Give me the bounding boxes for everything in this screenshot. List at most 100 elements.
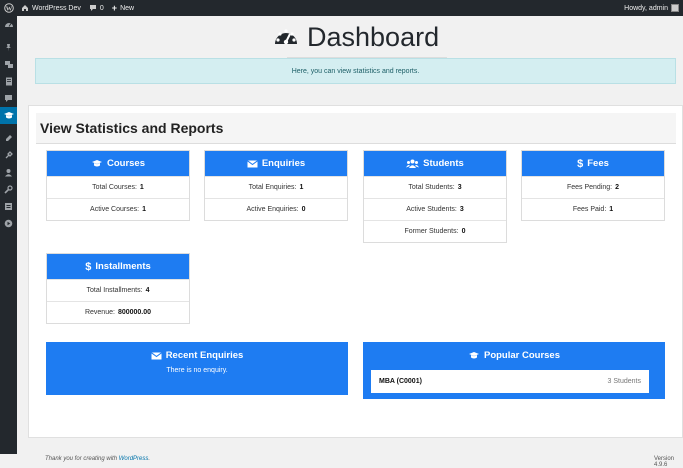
active-students-row: Active Students: 3 <box>364 198 506 220</box>
play-icon[interactable] <box>0 215 17 232</box>
stat-label: Total Students: <box>408 184 455 191</box>
footer-thanks-prefix: Thank you for creating with <box>45 456 119 462</box>
stat-label: Active Enquiries: <box>246 206 299 213</box>
total-courses-row: Total Courses: 1 <box>47 176 189 198</box>
wordpress-logo-icon[interactable]: W <box>0 0 17 16</box>
comments-menu-icon[interactable] <box>0 90 17 107</box>
users-icon[interactable] <box>0 164 17 181</box>
stat-value: 1 <box>609 206 614 213</box>
total-installments-row: Total Installments: 4 <box>47 279 189 301</box>
stat-label: Total Enquiries: <box>248 184 297 191</box>
site-name-link[interactable]: WordPress Dev <box>17 0 85 16</box>
appearance-icon[interactable] <box>0 130 17 147</box>
new-content-link[interactable]: + New <box>108 0 138 16</box>
home-icon <box>22 5 28 11</box>
stat-label: Revenue: <box>84 309 115 316</box>
admin-sidebar <box>0 16 17 454</box>
students-card-header: Students <box>364 151 506 176</box>
active-enquiries-row: Active Enquiries: 0 <box>205 198 347 220</box>
popular-courses-box: Popular Courses MBA (C0001) 3 Students <box>363 342 665 399</box>
users-group-icon <box>406 159 420 168</box>
fees-card-title: Fees <box>587 158 609 169</box>
dollar-icon: $ <box>577 157 584 170</box>
stat-value: 0 <box>301 206 306 213</box>
courses-menu-icon[interactable] <box>0 107 17 124</box>
footer-version: Version 4.9.6 <box>654 456 675 468</box>
fees-card-header: $ Fees <box>522 151 664 176</box>
installments-card-title: Installments <box>95 261 151 272</box>
fees-card: $ Fees Fees Pending: 2 Fees Paid: 1 <box>521 150 665 221</box>
total-students-row: Total Students: 3 <box>364 176 506 198</box>
media-icon[interactable] <box>0 56 17 73</box>
stat-label: Fees Pending: <box>566 184 613 191</box>
revenue-row: Revenue: 800000.00 <box>47 301 189 323</box>
envelope-icon <box>150 351 162 359</box>
graduation-cap-icon <box>468 352 479 359</box>
plus-icon: + <box>111 3 118 13</box>
total-enquiries-row: Total Enquiries: 1 <box>205 176 347 198</box>
active-courses-row: Active Courses: 1 <box>47 198 189 220</box>
envelope-icon <box>247 159 258 167</box>
stat-value: 1 <box>139 184 144 191</box>
dollar-icon: $ <box>85 260 92 273</box>
no-enquiry-message: There is no enquiry. <box>166 367 228 374</box>
stat-value: 2 <box>615 184 620 191</box>
enquiries-card: Enquiries Total Enquiries: 1 Active Enqu… <box>204 150 348 221</box>
site-name: WordPress Dev <box>32 4 81 12</box>
tools-icon[interactable] <box>0 181 17 198</box>
settings-icon[interactable] <box>0 198 17 215</box>
fees-pending-row: Fees Pending: 2 <box>522 176 664 198</box>
enquiries-card-title: Enquiries <box>261 158 306 169</box>
installments-card: $ Installments Total Installments: 4 Rev… <box>46 253 190 324</box>
stat-value: 3 <box>459 206 464 213</box>
course-name: MBA (C0001) <box>379 378 422 385</box>
account-menu[interactable]: Howdy, admin <box>620 0 683 16</box>
svg-text:W: W <box>5 5 12 12</box>
stat-label: Active Courses: <box>90 206 140 213</box>
stat-label: Active Students: <box>406 206 457 213</box>
panel-header: View Statistics and Reports <box>36 113 676 144</box>
popular-courses-title: Popular Courses <box>483 350 561 361</box>
list-item: MBA (C0001) 3 Students <box>371 370 649 393</box>
installments-card-header: $ Installments <box>47 254 189 279</box>
stat-value: 3 <box>457 184 462 191</box>
stat-value: 800000.00 <box>117 309 152 316</box>
dashboard-gauge-icon <box>275 29 297 45</box>
page-title: Dashboard <box>307 21 440 52</box>
courses-card-title: Courses <box>106 158 145 169</box>
recent-enquiries-box: Recent Enquiries There is no enquiry. <box>46 342 348 395</box>
avatar <box>671 4 679 12</box>
statistics-panel: View Statistics and Reports Courses Tota… <box>28 105 683 438</box>
stat-label: Total Installments: <box>86 287 143 294</box>
info-banner: Here, you can view statistics and report… <box>35 58 676 84</box>
new-label: New <box>120 4 135 12</box>
plugins-icon[interactable] <box>0 147 17 164</box>
dashboard-menu-icon[interactable] <box>0 16 17 33</box>
stat-value: 1 <box>299 184 304 191</box>
greeting: Howdy, admin <box>624 4 668 12</box>
student-count: 3 Students <box>607 378 641 385</box>
posts-pin-icon[interactable] <box>0 39 17 56</box>
pages-icon[interactable] <box>0 73 17 90</box>
courses-card-header: Courses <box>47 151 189 176</box>
stat-label: Total Courses: <box>92 184 137 191</box>
fees-paid-row: Fees Paid: 1 <box>522 198 664 220</box>
graduation-cap-icon <box>91 160 102 167</box>
admin-bar: W WordPress Dev 0 + New Howdy, admin <box>0 0 683 16</box>
former-students-row: Former Students: 0 <box>364 220 506 242</box>
enquiries-card-header: Enquiries <box>205 151 347 176</box>
main-content: Dashboard Here, you can view statistics … <box>17 16 683 468</box>
students-card-title: Students <box>423 158 464 169</box>
stat-value: 4 <box>145 287 150 294</box>
stat-value: 0 <box>461 228 466 235</box>
courses-card: Courses Total Courses: 1 Active Courses:… <box>46 150 190 221</box>
footer-thanks: Thank you for creating with WordPress. <box>45 456 150 462</box>
panel-title: View Statistics and Reports <box>40 120 224 136</box>
comments-link[interactable]: 0 <box>85 0 108 16</box>
footer-thanks-suffix: . <box>148 456 151 462</box>
comment-icon <box>89 5 96 11</box>
page-header: Dashboard <box>273 19 453 55</box>
wordpress-link[interactable]: WordPress <box>119 456 149 462</box>
students-card: Students Total Students: 3 Active Studen… <box>363 150 507 243</box>
recent-enquiries-header: Recent Enquiries <box>46 350 348 361</box>
